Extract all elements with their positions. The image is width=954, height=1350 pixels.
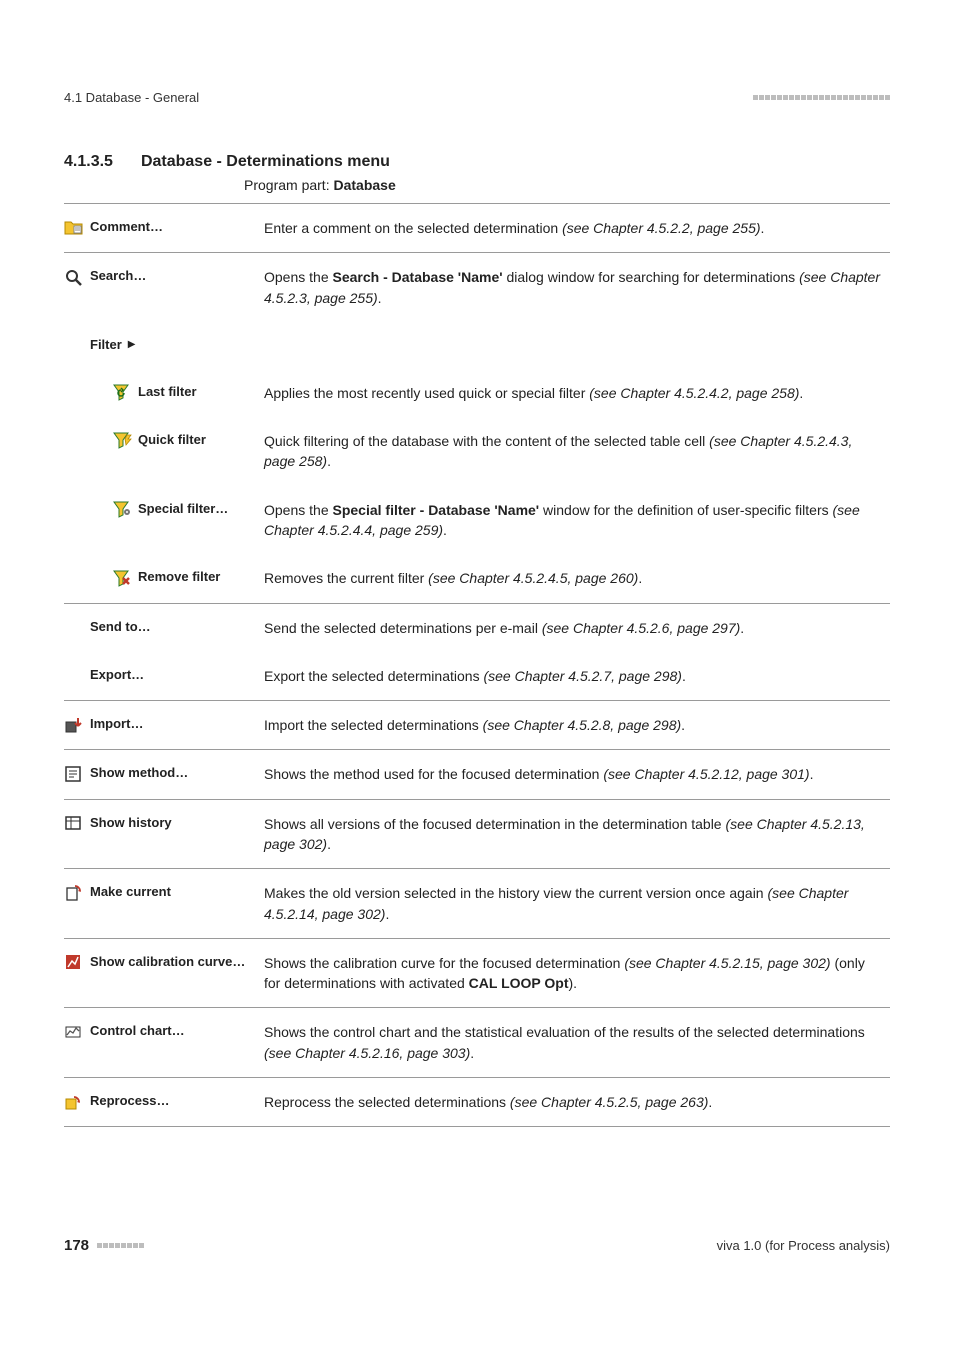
submenu-triangle-icon: ▶ bbox=[128, 338, 136, 353]
menu-row-showcalib: Show calibration curve… Shows the calibra… bbox=[64, 938, 890, 1008]
menu-label-text: Quick filter bbox=[138, 431, 206, 450]
menu-label-text: Remove filter bbox=[138, 568, 220, 587]
method-icon bbox=[64, 765, 84, 783]
menu-description: Shows the method used for the focused de… bbox=[264, 750, 890, 799]
menu-label-text: Export… bbox=[90, 666, 144, 685]
menu-label-cell: Comment… bbox=[64, 204, 264, 253]
history-icon bbox=[64, 814, 84, 832]
page-header: 4.1 Database - General bbox=[64, 90, 890, 105]
menu-row-sendto: Send to… Send the selected determinations… bbox=[64, 603, 890, 652]
menu-label-text: Comment… bbox=[90, 218, 163, 237]
chart-icon bbox=[64, 1023, 84, 1041]
menu-label-cell: Export… bbox=[64, 652, 264, 701]
menu-label-text: Show method… bbox=[90, 764, 188, 783]
menu-description: Shows the calibration curve for the focu… bbox=[264, 938, 890, 1008]
menu-row-import: Import… Import the selected determination… bbox=[64, 701, 890, 750]
menu-row-search: Search… Opens the Search - Database 'Name… bbox=[64, 253, 890, 322]
menu-label-cell: Quick filter bbox=[64, 417, 264, 486]
menu-label-cell: Show history bbox=[64, 799, 264, 869]
menu-row-showhistory: Show history Shows all versions of the fo… bbox=[64, 799, 890, 869]
menu-description: Enter a comment on the selected determin… bbox=[264, 204, 890, 253]
menu-description bbox=[264, 322, 890, 369]
funnel-bolt-icon bbox=[112, 431, 132, 449]
menu-row-lastfilter: Last filter Applies the most recently use… bbox=[64, 369, 890, 417]
menu-row-controlchart: Control chart… Shows the control chart an… bbox=[64, 1008, 890, 1078]
doc-version: viva 1.0 (for Process analysis) bbox=[717, 1238, 890, 1253]
menu-row-makecurrent: Make current Makes the old version select… bbox=[64, 869, 890, 939]
menu-label-text: Filter bbox=[90, 336, 122, 355]
menu-label-cell: Special filter… bbox=[64, 486, 264, 555]
magnifier-icon bbox=[64, 268, 84, 286]
menu-label-text: Special filter… bbox=[138, 500, 228, 519]
program-part-line: Program part: Database bbox=[244, 177, 890, 193]
menu-label-text: Show calibration curve… bbox=[90, 953, 245, 972]
menu-label-cell: Send to… bbox=[64, 603, 264, 652]
makecurrent-icon bbox=[64, 884, 84, 902]
menu-description: Makes the old version selected in the hi… bbox=[264, 869, 890, 939]
menu-label-text: Reprocess… bbox=[90, 1092, 169, 1111]
menu-row-quickfilter: Quick filter Quick filtering of the datab… bbox=[64, 417, 890, 486]
menu-label-text: Make current bbox=[90, 883, 171, 902]
folder-note-icon bbox=[64, 218, 84, 236]
menu-description: Send the selected determinations per e-m… bbox=[264, 603, 890, 652]
funnel-gear-icon bbox=[112, 500, 132, 518]
menu-row-removefilter: Remove filter Removes the current filter … bbox=[64, 554, 890, 603]
menu-description: Opens the Search - Database 'Name' dialo… bbox=[264, 253, 890, 322]
menu-description: Applies the most recently used quick or … bbox=[264, 369, 890, 417]
menu-row-specialfilter: Special filter… Opens the Special filter … bbox=[64, 486, 890, 555]
section-heading: 4.1.3.5 Database - Determinations menu bbox=[64, 153, 890, 171]
menu-table: Comment… Enter a comment on the selected … bbox=[64, 203, 890, 1127]
menu-description: Opens the Special filter - Database 'Nam… bbox=[264, 486, 890, 555]
header-ornament bbox=[753, 95, 890, 100]
menu-description: Quick filtering of the database with the… bbox=[264, 417, 890, 486]
menu-label-cell: Show calibration curve… bbox=[64, 938, 264, 1008]
menu-description: Import the selected determinations (see … bbox=[264, 701, 890, 750]
calib-icon bbox=[64, 953, 84, 971]
menu-row-filter: Filter ▶ bbox=[64, 322, 890, 369]
page-number: 178 bbox=[64, 1237, 89, 1254]
footer-ornament bbox=[97, 1243, 144, 1248]
menu-description: Removes the current filter (see Chapter … bbox=[264, 554, 890, 603]
menu-label-cell: Make current bbox=[64, 869, 264, 939]
menu-label-cell: Last filter bbox=[64, 369, 264, 417]
menu-description: Export the selected determinations (see … bbox=[264, 652, 890, 701]
menu-label-text: Import… bbox=[90, 715, 143, 734]
menu-label-text: Control chart… bbox=[90, 1022, 185, 1041]
menu-row-showmethod: Show method… Shows the method used for th… bbox=[64, 750, 890, 799]
menu-description: Shows the control chart and the statisti… bbox=[264, 1008, 890, 1078]
import-icon bbox=[64, 716, 84, 734]
reprocess-icon bbox=[64, 1093, 84, 1111]
menu-label-text: Show history bbox=[90, 814, 172, 833]
menu-label-cell: Show method… bbox=[64, 750, 264, 799]
funnel-x-icon bbox=[112, 569, 132, 587]
menu-label-cell: Filter ▶ bbox=[64, 322, 264, 369]
menu-label-text: Send to… bbox=[90, 618, 151, 637]
program-part-value: Database bbox=[333, 177, 395, 193]
menu-description: Shows all versions of the focused determ… bbox=[264, 799, 890, 869]
menu-row-export: Export… Export the selected determination… bbox=[64, 652, 890, 701]
funnel-redo-icon bbox=[112, 383, 132, 401]
menu-description: Reprocess the selected determinations (s… bbox=[264, 1078, 890, 1127]
menu-row-comment: Comment… Enter a comment on the selected … bbox=[64, 204, 890, 253]
section-title: Database - Determinations menu bbox=[141, 153, 390, 171]
program-part-label: Program part: bbox=[244, 177, 333, 193]
menu-label-cell: Remove filter bbox=[64, 554, 264, 603]
menu-label-text: Search… bbox=[90, 267, 146, 286]
menu-label-cell: Control chart… bbox=[64, 1008, 264, 1078]
section-path: 4.1 Database - General bbox=[64, 90, 199, 105]
menu-row-reprocess: Reprocess… Reprocess the selected determi… bbox=[64, 1078, 890, 1127]
menu-label-text: Last filter bbox=[138, 383, 197, 402]
page: 4.1 Database - General 4.1.3.5 Database … bbox=[0, 0, 954, 1314]
menu-label-cell: Reprocess… bbox=[64, 1078, 264, 1127]
page-footer: 178 viva 1.0 (for Process analysis) bbox=[64, 1237, 890, 1254]
section-number: 4.1.3.5 bbox=[64, 153, 113, 171]
menu-label-cell: Import… bbox=[64, 701, 264, 750]
menu-label-cell: Search… bbox=[64, 253, 264, 322]
